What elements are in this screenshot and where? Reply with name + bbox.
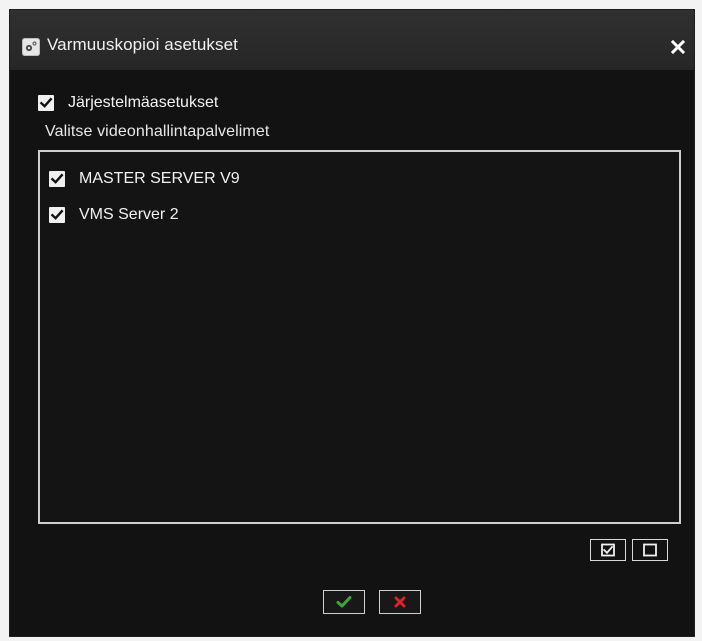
checkbox-checked-icon bbox=[50, 173, 64, 184]
settings-icon bbox=[22, 38, 40, 56]
system-settings-row[interactable]: Järjestelmäasetukset bbox=[38, 94, 218, 112]
check-icon bbox=[336, 596, 352, 608]
system-settings-checkbox[interactable] bbox=[38, 95, 54, 111]
checkbox-checked-icon bbox=[39, 97, 53, 108]
dialog-titlebar: Varmuuskopioi asetukset bbox=[10, 10, 694, 70]
server-checkbox-vms-server-2[interactable] bbox=[49, 207, 65, 223]
server-item-master-server-v9[interactable]: MASTER SERVER V9 bbox=[49, 170, 240, 188]
server-list[interactable]: MASTER SERVER V9 VMS Server 2 bbox=[38, 150, 681, 524]
checkbox-checked-icon bbox=[601, 543, 615, 557]
backup-settings-dialog: Varmuuskopioi asetukset Järjestelmäasetu… bbox=[9, 9, 695, 637]
server-checkbox-master-server-v9[interactable] bbox=[49, 171, 65, 187]
close-button[interactable] bbox=[668, 37, 688, 57]
select-all-button[interactable] bbox=[590, 539, 626, 561]
server-name: MASTER SERVER V9 bbox=[79, 170, 240, 187]
confirm-button[interactable] bbox=[323, 590, 365, 614]
server-item-vms-server-2[interactable]: VMS Server 2 bbox=[49, 206, 179, 224]
checkbox-checked-icon bbox=[50, 209, 64, 220]
x-icon bbox=[394, 596, 406, 608]
system-settings-label: Järjestelmäasetukset bbox=[68, 94, 219, 111]
dialog-title: Varmuuskopioi asetukset bbox=[47, 35, 238, 54]
close-icon bbox=[670, 39, 686, 55]
checkbox-empty-icon bbox=[643, 543, 657, 557]
server-selection-label: Valitse videonhallintapalvelimet bbox=[45, 123, 270, 140]
cancel-button[interactable] bbox=[379, 590, 421, 614]
server-name: VMS Server 2 bbox=[79, 206, 179, 223]
clear-all-button[interactable] bbox=[632, 539, 668, 561]
